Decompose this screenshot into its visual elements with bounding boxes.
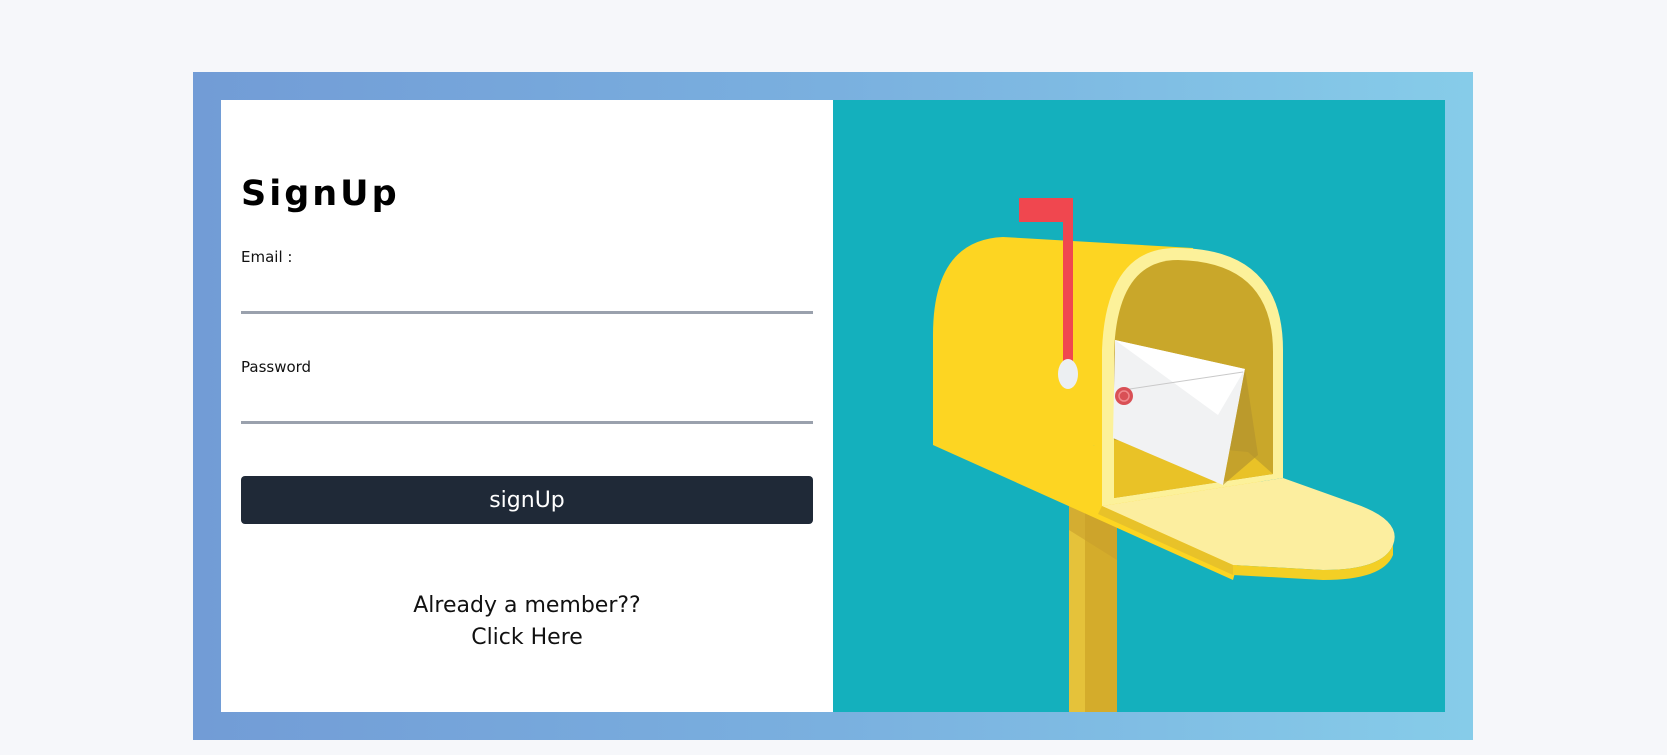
- mailbox-icon: [933, 198, 1395, 712]
- login-link[interactable]: Click Here: [471, 625, 583, 650]
- signup-button[interactable]: signUp: [241, 476, 813, 524]
- signup-form-panel: SignUp Email : Password signUp Already a…: [221, 100, 833, 712]
- password-field[interactable]: [241, 388, 813, 424]
- login-prompt: Already a member?? Click Here: [241, 590, 813, 654]
- already-member-text: Already a member??: [413, 593, 641, 618]
- email-field[interactable]: [241, 278, 813, 314]
- signup-card-frame: SignUp Email : Password signUp Already a…: [193, 72, 1473, 740]
- password-label: Password: [241, 358, 312, 376]
- email-label: Email :: [241, 248, 293, 266]
- illustration-panel: [833, 100, 1445, 712]
- page-title: SignUp: [241, 174, 400, 214]
